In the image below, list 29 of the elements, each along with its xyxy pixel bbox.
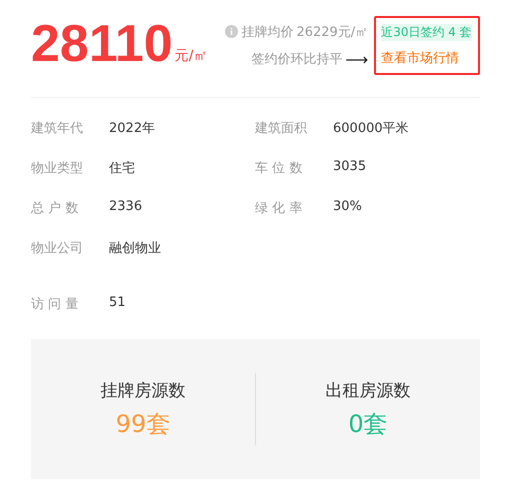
fact-value: 600000平米 xyxy=(333,120,409,137)
stat-value: 0套 xyxy=(348,408,388,440)
fact-label: 物业公司 xyxy=(31,240,84,257)
fact-label: 建筑面积 xyxy=(255,120,308,137)
fact-value: 3035 xyxy=(333,159,366,176)
fact-label: 物业类型 xyxy=(31,160,84,177)
fact-value: 2336 xyxy=(109,199,142,216)
stat-value: 99套 xyxy=(116,408,170,440)
fact-value: 融创物业 xyxy=(109,240,161,257)
stat-label: 挂牌房源数 xyxy=(100,380,186,402)
fact-label: 建筑年代 xyxy=(31,120,84,137)
fact-value: 30% xyxy=(333,199,362,216)
market-link[interactable]: 查看市场行情 xyxy=(381,49,472,67)
price-unit: 元/㎡ xyxy=(174,47,208,65)
fact-label: 总 户 数 xyxy=(31,200,80,217)
trend-text: 签约价环比持平 xyxy=(251,51,342,68)
signed-count-tag: 近30日签约 4 套 xyxy=(381,24,472,41)
fact-label: 绿 化 率 xyxy=(255,200,304,217)
arrow-glyph: ⟶ xyxy=(345,50,368,68)
visits-label: 访 问 量 xyxy=(31,296,80,313)
fact-value: 住宅 xyxy=(109,160,135,177)
visits-value: 51 xyxy=(109,295,126,312)
fact-label: 车 位 数 xyxy=(255,160,304,177)
info-icon xyxy=(225,25,238,38)
listing-price: 26229元/㎡ xyxy=(296,24,368,40)
price-value: 28110 xyxy=(31,21,173,67)
fact-value: 2022年 xyxy=(109,120,156,137)
stat-label: 出租房源数 xyxy=(326,380,410,402)
listing-label: 挂牌均价 xyxy=(241,24,294,40)
